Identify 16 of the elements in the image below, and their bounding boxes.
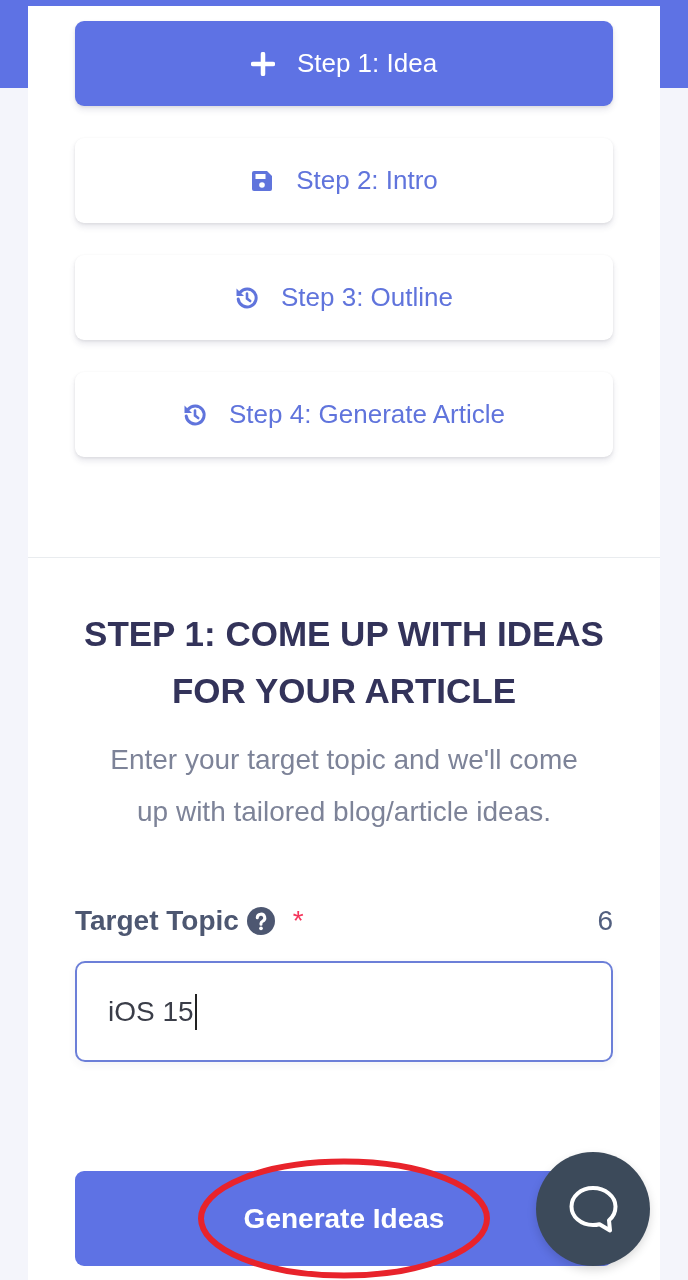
section-description: Enter your target topic and we'll come up with tailored blog/article ideas.: [109, 743, 579, 829]
step-tab[interactable]: Step 2: Intro: [75, 138, 613, 223]
character-count: 6: [597, 904, 613, 938]
history-icon: [182, 402, 207, 427]
field-label: Target Topic: [75, 904, 239, 938]
step-tab[interactable]: Step 3: Outline: [75, 255, 613, 340]
history-icon: [235, 285, 259, 310]
section-heading: STEP 1: COME UP WITH IDEAS FOR YOUR ARTICLE: [83, 613, 605, 712]
text-cursor: [194, 993, 197, 1030]
help-icon: [246, 907, 275, 935]
speech-bubble-icon: [568, 1185, 618, 1233]
step-tab[interactable]: Step 1: Idea: [75, 21, 613, 106]
topic-input[interactable]: iOS 15: [75, 961, 613, 1062]
plus-icon: [250, 51, 275, 76]
required-mark: *: [292, 904, 304, 938]
step-tab[interactable]: Step 4: Generate Article: [75, 372, 613, 457]
